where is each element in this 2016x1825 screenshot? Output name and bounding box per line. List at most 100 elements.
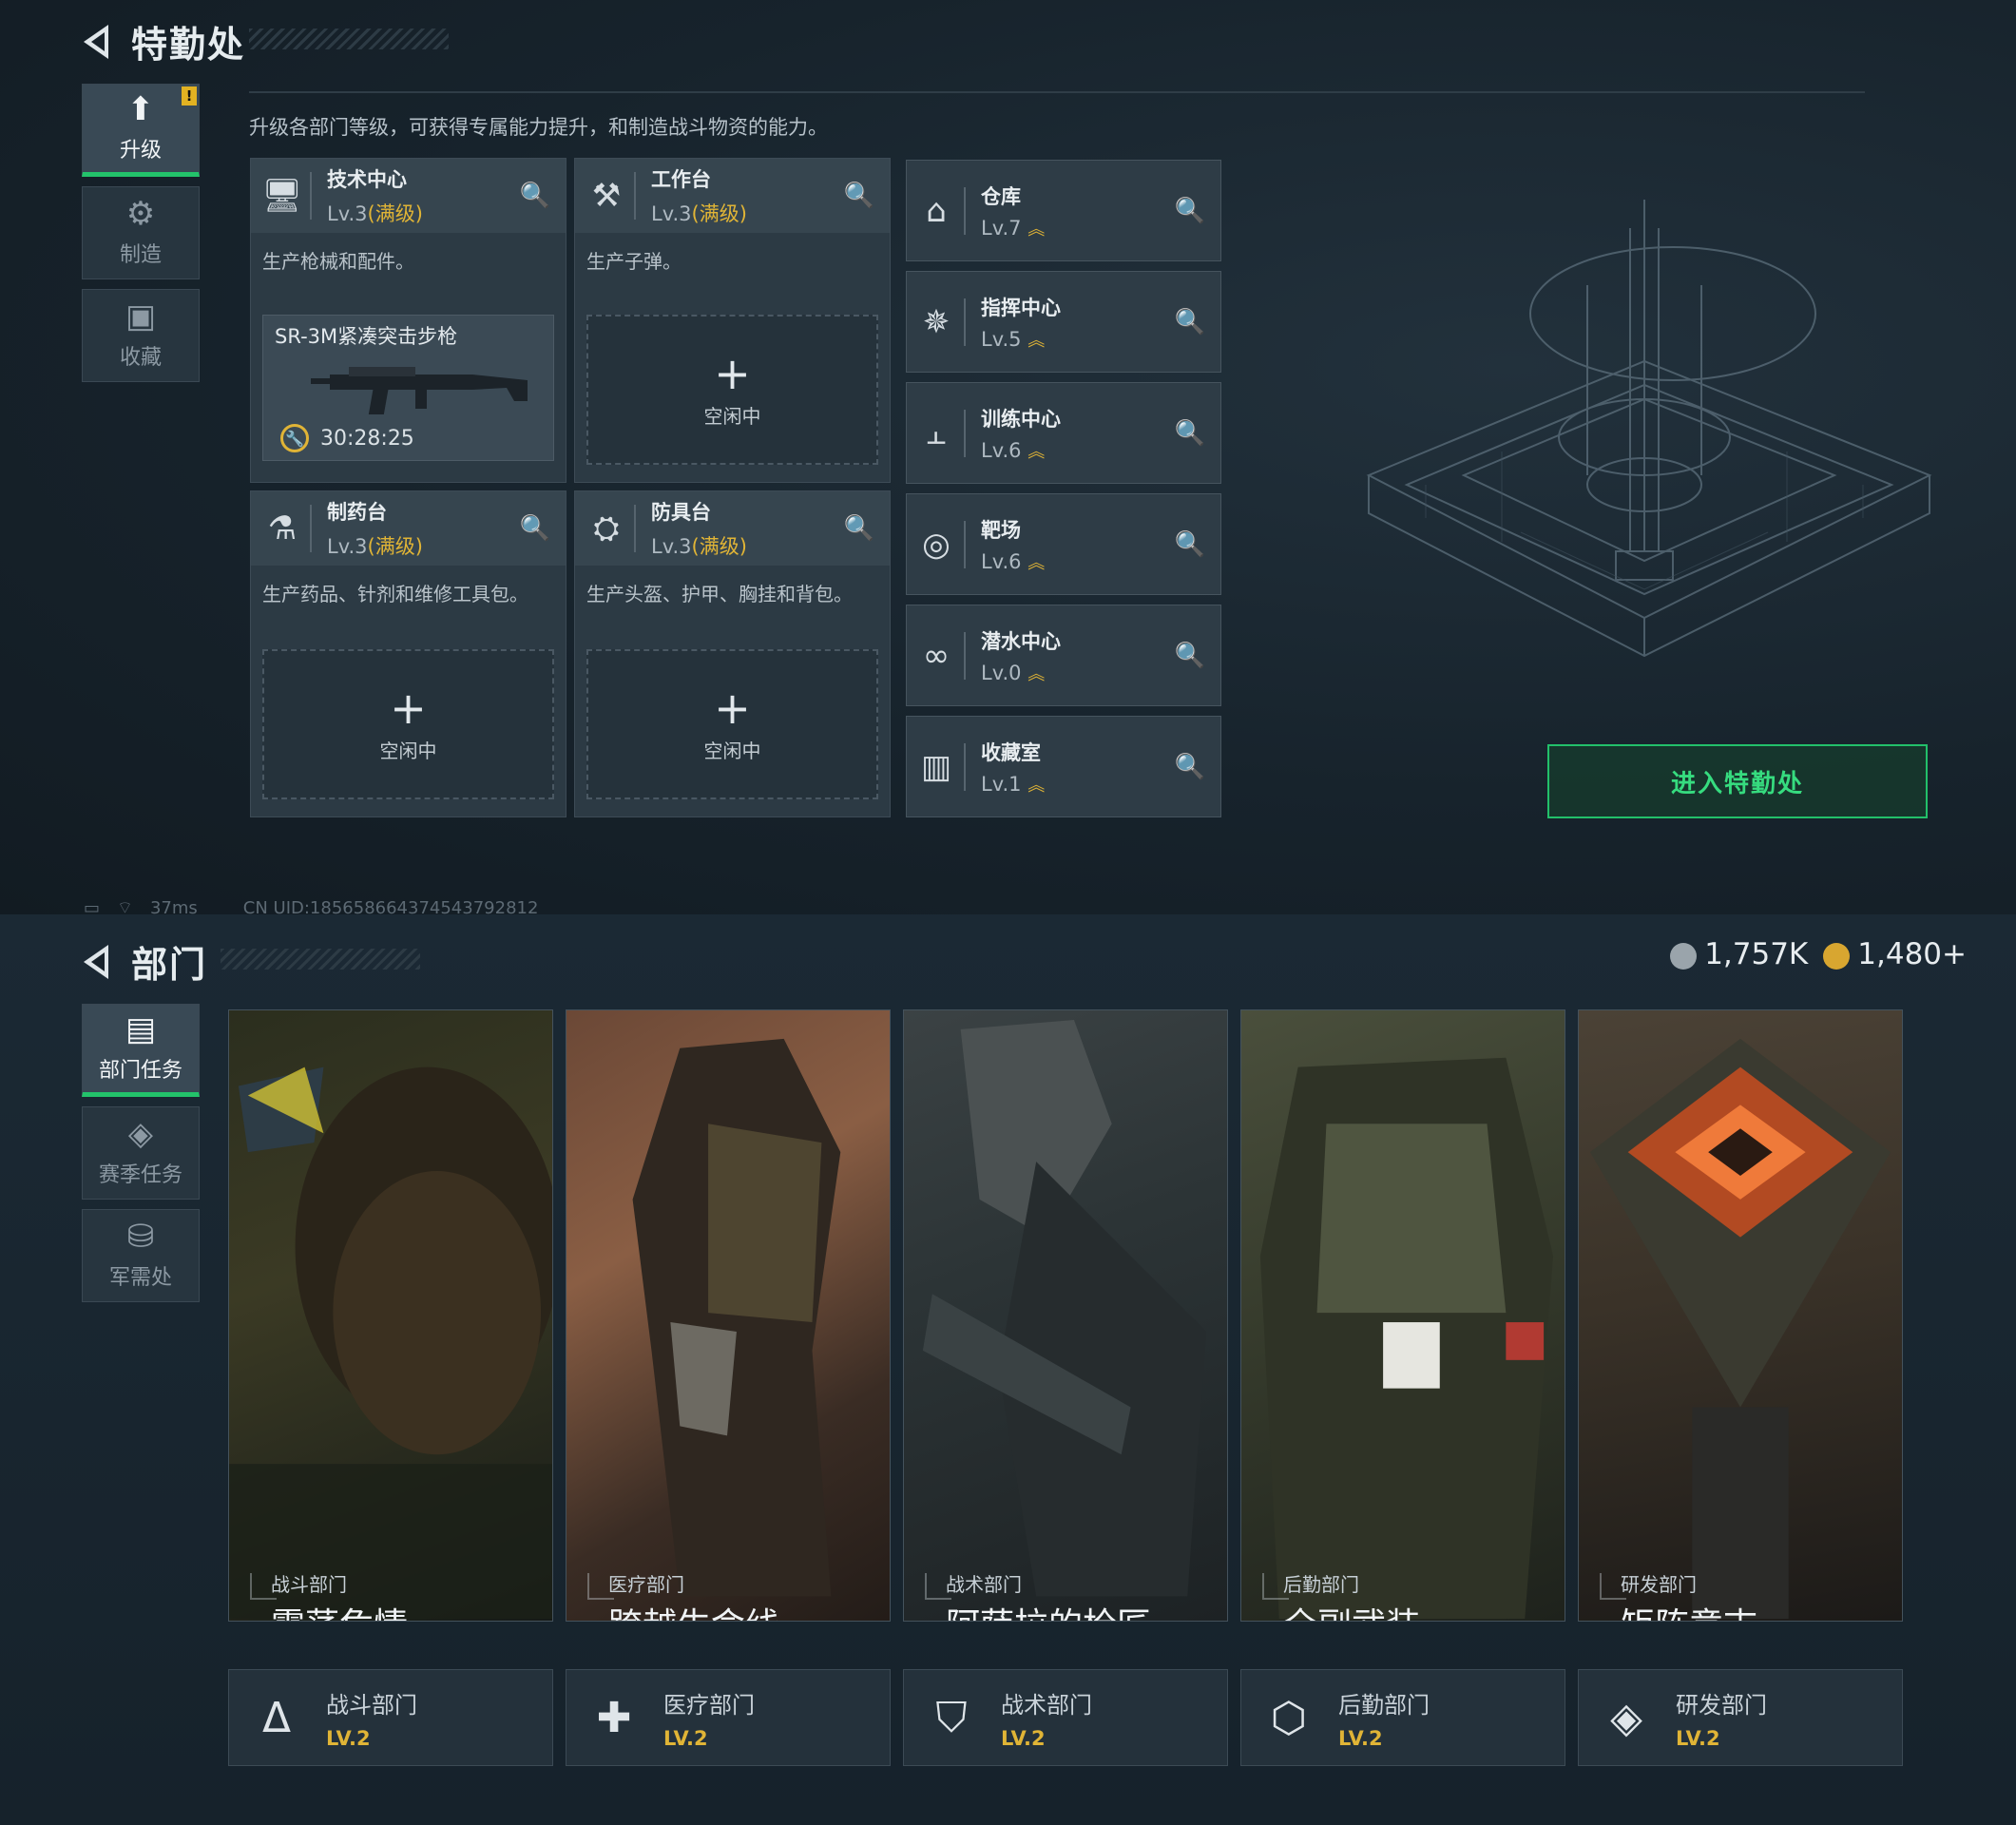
dept-footer-tactical[interactable]: ⛉ 战术部门 LV.2 (903, 1669, 1228, 1766)
dept-category: 医疗部门 (608, 1573, 684, 1596)
upgrade-icon: ⬆ (126, 90, 155, 128)
upper-panel: 特勤处 ! ⬆ 升级 ⚙ 制造 ▣ 收藏 升级各部门等级，可获得专属能力提升，和… (0, 0, 2016, 914)
gear-icon: ⚙ (125, 195, 156, 233)
coin-silver-icon (1670, 942, 1698, 970)
search-icon[interactable]: 🔍 (1175, 530, 1205, 559)
facility-training[interactable]: ⫠ 训练中心 Lv.6 ︽ 🔍 (906, 382, 1221, 484)
idle-slot[interactable]: + 空闲中 (262, 649, 554, 799)
facility-name: 潜水中心 (981, 629, 1061, 653)
soldier-portrait (229, 1066, 552, 1620)
enter-base-button[interactable]: 进入特勤处 (1547, 744, 1928, 818)
dept-level: LV.2 (1676, 1726, 1720, 1750)
warehouse-icon: ⌂ (918, 186, 966, 235)
facility-diving[interactable]: ∞ 潜水中心 Lv.0 ︽ 🔍 (906, 605, 1221, 706)
supply-icon: ⛁ (126, 1218, 155, 1256)
dept-card-tactical[interactable]: 战术部门 阿萨拉的枪匠 (903, 1009, 1228, 1622)
search-icon[interactable]: 🔍 (520, 182, 550, 210)
microscope-icon: ⚗ (264, 505, 312, 552)
season-task-icon: ◈ (127, 1115, 154, 1153)
back-arrow-icon[interactable] (84, 24, 108, 59)
facility-command[interactable]: ✵ 指挥中心 Lv.5 ︽ 🔍 (906, 271, 1221, 373)
search-icon[interactable]: 🔍 (520, 514, 550, 543)
upgrade-chevron-icon: ︽ (1027, 441, 1046, 462)
production-timer: 30:28:25 (320, 426, 414, 451)
card-workbench[interactable]: ⚒ 工作台 Lv.3(满级) 🔍 生产子弹。 + 空闲中 (574, 158, 891, 483)
search-icon[interactable]: 🔍 (1175, 197, 1205, 225)
tab-upgrade[interactable]: ! ⬆ 升级 (82, 84, 200, 177)
base-hologram (1366, 200, 1932, 658)
ping-value: 37ms (149, 898, 198, 914)
search-icon[interactable]: 🔍 (1175, 642, 1205, 670)
tab-season-tasks[interactable]: ◈ 赛季任务 (82, 1106, 200, 1200)
currency-premium[interactable]: 1,480+ (1823, 937, 1967, 971)
vault-icon: ▥ (918, 742, 966, 791)
upgrade-chevron-icon: ︽ (1027, 775, 1046, 796)
tab-label: 收藏 (119, 346, 162, 370)
card-desc: 生产药品、针剂和维修工具包。 (262, 583, 528, 605)
tab-dept-tasks[interactable]: ▤ 部门任务 (82, 1004, 200, 1097)
dept-footer-logistics[interactable]: ⬡ 后勤部门 LV.2 (1240, 1669, 1565, 1766)
title-decor (249, 29, 449, 49)
facility-range[interactable]: ◎ 靶场 Lv.6 ︽ 🔍 (906, 493, 1221, 595)
card-pharmacy[interactable]: ⚗ 制药台 Lv.3(满级) 🔍 生产药品、针剂和维修工具包。 + 空闲中 (250, 490, 566, 817)
search-icon[interactable]: 🔍 (844, 514, 874, 543)
dept-category: 研发部门 (1621, 1573, 1697, 1596)
facility-level: Lv.6 (981, 438, 1022, 462)
dept-name: 研发部门 (1676, 1691, 1767, 1719)
upgrade-chevron-icon: ︽ (1027, 552, 1046, 573)
tab-label: 军需处 (108, 1266, 172, 1290)
tab-collection[interactable]: ▣ 收藏 (82, 289, 200, 382)
search-icon[interactable]: 🔍 (1175, 308, 1205, 336)
side-tabs: ▤ 部门任务 ◈ 赛季任务 ⛁ 军需处 (82, 1004, 200, 1312)
dept-name: 医疗部门 (663, 1691, 755, 1719)
idle-label: 空闲中 (703, 404, 761, 428)
research-icon: ◈ (1610, 1693, 1642, 1742)
status-bar: ▭ ⌔ 37ms CN UID:185658664374543792812 (84, 897, 538, 914)
card-tech-center[interactable]: 🖥 技术中心 Lv.3(满级) 🔍 生产枪械和配件。 SR-3M紧凑突击步枪 🔧… (250, 158, 566, 483)
dept-footer-combat[interactable]: Δ 战斗部门 LV.2 (228, 1669, 553, 1766)
dept-name: 战术部门 (1001, 1691, 1092, 1719)
currency-hafcoin[interactable]: 1,757K (1670, 937, 1808, 971)
facility-name: 训练中心 (981, 407, 1061, 431)
battery-icon: ▭ (84, 898, 101, 914)
dept-level: LV.2 (1338, 1726, 1383, 1750)
dept-footer-research[interactable]: ◈ 研发部门 LV.2 (1578, 1669, 1903, 1766)
combat-icon: Δ (261, 1693, 292, 1742)
facility-level: Lv.7 (981, 216, 1022, 240)
facility-level: Lv.1 (981, 772, 1022, 796)
facility-warehouse[interactable]: ⌂ 仓库 Lv.7 ︽ 🔍 (906, 160, 1221, 261)
search-icon[interactable]: 🔍 (1175, 419, 1205, 448)
idle-slot[interactable]: + 空闲中 (586, 315, 878, 465)
max-badge: (满级) (691, 535, 747, 558)
tab-supply[interactable]: ⛁ 军需处 (82, 1209, 200, 1302)
facility-vault[interactable]: ▥ 收藏室 Lv.1 ︽ 🔍 (906, 716, 1221, 817)
matrix-device-image (1589, 1038, 1891, 1620)
title-bar: 特勤处 (84, 15, 245, 67)
tab-craft[interactable]: ⚙ 制造 (82, 186, 200, 279)
card-desc: 生产头盔、护甲、胸挂和背包。 (586, 583, 853, 605)
dept-title: 跨越生命线 (608, 1598, 779, 1621)
facility-name: 收藏室 (981, 740, 1041, 764)
search-icon[interactable]: 🔍 (844, 182, 874, 210)
monitor-icon: 🖥 (261, 172, 312, 220)
dept-card-research[interactable]: 研发部门 矩阵意志 (1578, 1009, 1903, 1622)
medical-cross-icon: ✚ (596, 1693, 632, 1742)
max-badge: (满级) (367, 202, 423, 225)
dept-title: 阿萨拉的枪匠 (946, 1598, 1151, 1621)
dept-card-medical[interactable]: 医疗部门 跨越生命线 (566, 1009, 891, 1622)
card-level: Lv.3 (651, 535, 692, 558)
dept-title: 全副武装 (1283, 1598, 1420, 1621)
upgrade-chevron-icon: ︽ (1027, 219, 1046, 240)
search-icon[interactable]: 🔍 (1175, 753, 1205, 781)
idle-slot[interactable]: + 空闲中 (586, 649, 878, 799)
dept-card-combat[interactable]: 战斗部门 震荡危情 (228, 1009, 553, 1622)
back-arrow-icon[interactable] (84, 944, 108, 979)
plus-icon: + (714, 682, 751, 734)
dept-card-logistics[interactable]: 后勤部门 全副武装 (1240, 1009, 1565, 1622)
dept-footer-medical[interactable]: ✚ 医疗部门 LV.2 (566, 1669, 891, 1766)
facility-name: 指挥中心 (981, 296, 1061, 319)
production-slot[interactable]: SR-3M紧凑突击步枪 🔧 30:28:25 (262, 315, 554, 461)
card-armor-bench[interactable]: ⛭ 防具台 Lv.3(满级) 🔍 生产头盔、护甲、胸挂和背包。 + 空闲中 (574, 490, 891, 817)
armored-soldier-image (1259, 1057, 1554, 1620)
product-name: SR-3M紧凑突击步枪 (275, 325, 458, 348)
